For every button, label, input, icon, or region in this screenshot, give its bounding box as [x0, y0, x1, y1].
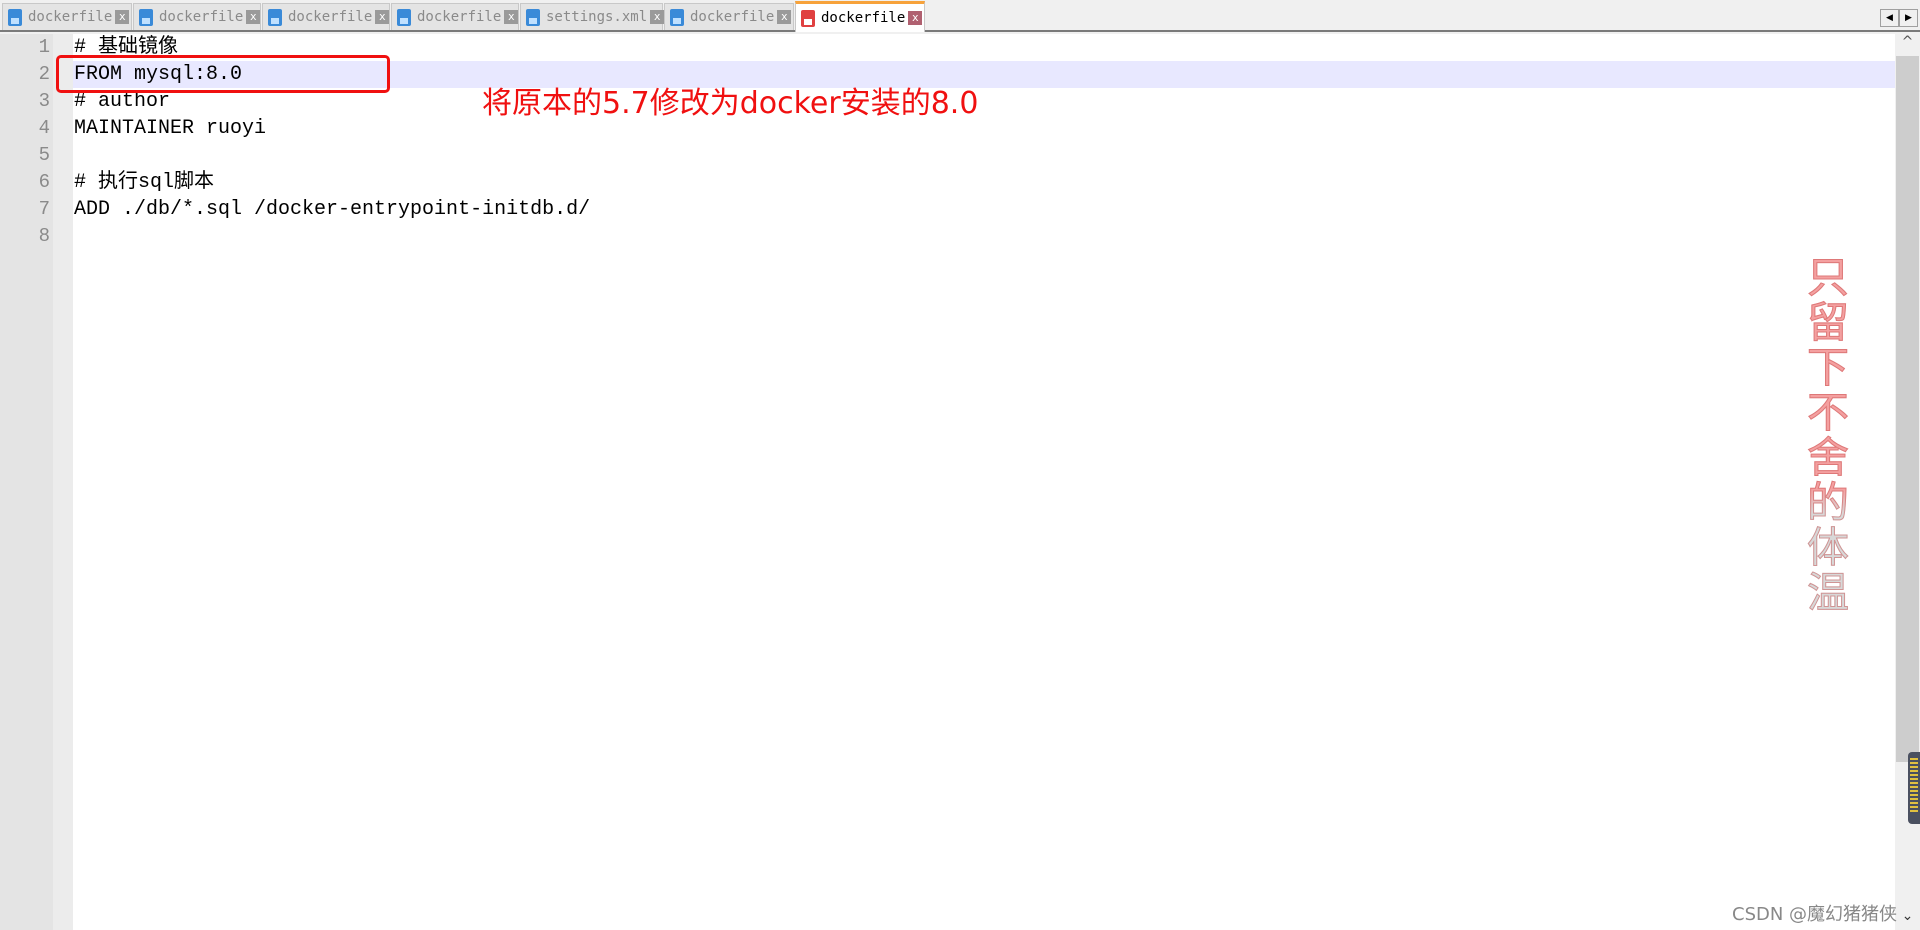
- close-tab-icon[interactable]: x: [375, 10, 390, 24]
- scrollbar-thumb[interactable]: [1896, 56, 1919, 762]
- line-number: 7: [38, 198, 50, 220]
- tab-1[interactable]: dockerfile x: [2, 3, 132, 30]
- code-line[interactable]: MAINTAINER ruoyi: [74, 115, 266, 142]
- close-tab-icon[interactable]: x: [246, 10, 261, 24]
- tab-scroll-right-button[interactable]: ▶: [1899, 9, 1918, 27]
- line-number: 3: [38, 90, 50, 112]
- code-line[interactable]: # 执行sql脚本: [74, 169, 214, 196]
- tab-label: settings.xml: [546, 9, 648, 25]
- file-saved-icon: [801, 9, 815, 27]
- close-tab-icon[interactable]: x: [908, 11, 923, 25]
- scroll-down-button[interactable]: ⌄: [1895, 908, 1920, 930]
- file-saved-icon: [268, 8, 282, 26]
- close-tab-icon[interactable]: x: [777, 10, 792, 24]
- highlight-box: [56, 55, 390, 93]
- tab-4[interactable]: dockerfile x: [391, 3, 519, 30]
- line-number: 5: [38, 144, 50, 166]
- fold-margin: [53, 34, 73, 930]
- file-saved-icon: [139, 8, 153, 26]
- scroll-up-button[interactable]: ^: [1895, 34, 1920, 56]
- line-number: 8: [38, 225, 50, 247]
- tab-3[interactable]: dockerfile x: [262, 3, 390, 30]
- tab-label: dockerfile: [821, 10, 906, 26]
- line-number: 2: [38, 63, 50, 85]
- vertical-watermark: 只留下不舍的体温: [1803, 255, 1853, 616]
- file-saved-icon: [397, 8, 411, 26]
- tab-6[interactable]: dockerfile x: [664, 3, 794, 30]
- tab-7[interactable]: dockerfile x: [795, 1, 925, 32]
- tab-label: dockerfile: [28, 9, 113, 25]
- file-saved-icon: [8, 8, 22, 26]
- close-tab-icon[interactable]: x: [115, 10, 130, 24]
- tab-label: dockerfile: [417, 9, 502, 25]
- line-number: 6: [38, 171, 50, 193]
- tab-label: dockerfile: [690, 9, 775, 25]
- tab-2[interactable]: dockerfile x: [133, 3, 261, 30]
- tab-label: dockerfile: [288, 9, 373, 25]
- close-tab-icon[interactable]: x: [504, 10, 519, 24]
- editor[interactable]: 12345678 # 基础镜像 FROM mysql:8.0 # author MAI…: [0, 34, 1895, 930]
- tab-bar: dockerfile x dockerfile x dockerfile x dockerf…: [0, 0, 1920, 32]
- line-number: 1: [38, 36, 50, 58]
- tab-scroll-left-button[interactable]: ◀: [1880, 9, 1899, 27]
- line-number: 4: [38, 117, 50, 139]
- line-number-gutter: 1 2 3 4 5 6 7 8: [0, 34, 73, 930]
- file-saved-icon: [670, 8, 684, 26]
- annotation-text: 将原本的5.7修改为docker安装的8.0: [482, 86, 979, 121]
- code-line[interactable]: ADD ./db/*.sql /docker-entrypoint-initdb…: [74, 196, 590, 223]
- close-tab-icon[interactable]: x: [650, 10, 665, 24]
- csdn-watermark: CSDN @魔幻猪猪侠: [1732, 904, 1898, 925]
- tab-label: dockerfile: [159, 9, 244, 25]
- tab-5[interactable]: settings.xml x: [520, 3, 665, 30]
- minimap-indicator[interactable]: [1908, 752, 1920, 824]
- file-saved-icon: [526, 8, 540, 26]
